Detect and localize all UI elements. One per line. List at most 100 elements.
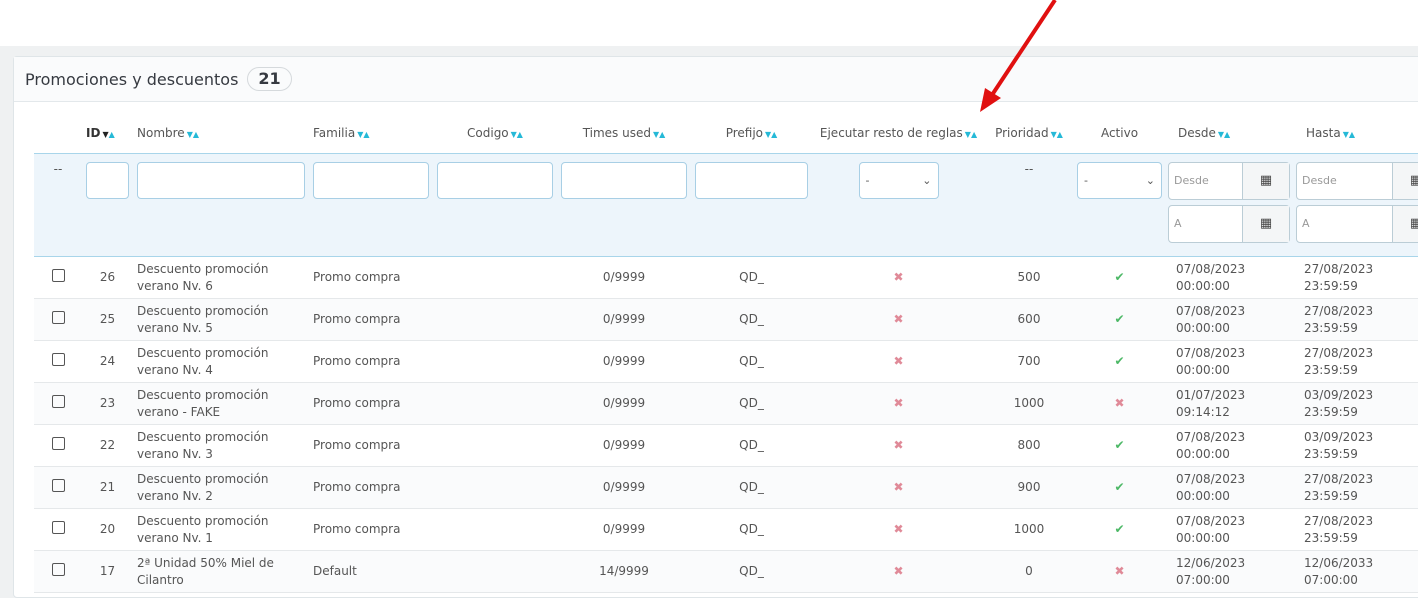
filter-familia-input[interactable] (313, 162, 429, 199)
cell-familia: Promo compra (309, 256, 433, 299)
row-select[interactable] (34, 382, 82, 425)
cross-icon[interactable]: ✖ (893, 354, 903, 368)
row-select[interactable] (34, 508, 82, 551)
cross-icon[interactable]: ✖ (1114, 396, 1124, 410)
filter-ejecutar-select[interactable]: - ⌄ (858, 162, 939, 199)
cell-familia: Promo compra (309, 382, 433, 425)
row-checkbox[interactable] (52, 520, 65, 534)
sort-icon[interactable]: ▼▲ (102, 130, 114, 139)
col-hasta[interactable]: Hasta ▼▲ (1294, 113, 1418, 154)
col-familia[interactable]: Familia ▼▲ (309, 113, 433, 154)
row-select[interactable] (34, 340, 82, 383)
cell-times-used: 0/9999 (557, 424, 691, 467)
cross-icon[interactable]: ✖ (1114, 564, 1124, 578)
cell-activo[interactable]: ✖ (1073, 550, 1166, 593)
cell-ejecutar[interactable]: ✖ (812, 550, 985, 593)
cross-icon[interactable]: ✖ (893, 564, 903, 578)
check-icon[interactable]: ✔ (1114, 354, 1124, 368)
col-codigo[interactable]: Codigo ▼▲ (433, 113, 557, 154)
table-row[interactable]: 22 Descuento promoción verano Nv. 3 Promo … (34, 424, 1418, 467)
sort-icon[interactable]: ▼▲ (653, 130, 665, 139)
row-checkbox[interactable] (52, 562, 65, 576)
cell-ejecutar[interactable]: ✖ (812, 424, 985, 467)
filter-codigo-input[interactable] (437, 162, 553, 199)
check-icon[interactable]: ✔ (1114, 312, 1124, 326)
row-select[interactable] (34, 298, 82, 341)
cell-activo[interactable]: ✔ (1073, 298, 1166, 341)
table-row[interactable]: 25 Descuento promoción verano Nv. 5 Promo … (34, 298, 1418, 341)
cell-hasta: 03/09/2023 23:59:59 (1294, 382, 1418, 425)
row-checkbox[interactable] (52, 268, 65, 282)
calendar-icon[interactable]: ▦ (1242, 163, 1289, 199)
col-desde[interactable]: Desde ▼▲ (1166, 113, 1294, 154)
table-row[interactable]: 23 Descuento promoción verano - FAKE Promo… (34, 382, 1418, 425)
cell-activo[interactable]: ✖ (1073, 382, 1166, 425)
cell-ejecutar[interactable]: ✖ (812, 256, 985, 299)
calendar-icon[interactable]: ▦ (1242, 206, 1289, 242)
col-times-used[interactable]: Times used ▼▲ (557, 113, 691, 154)
cell-activo[interactable]: ✔ (1073, 466, 1166, 509)
filter-prefijo-input[interactable] (695, 162, 808, 199)
cell-ejecutar[interactable]: ✖ (812, 466, 985, 509)
filter-times-used-input[interactable] (561, 162, 687, 199)
cell-ejecutar[interactable]: ✖ (812, 382, 985, 425)
sort-icon[interactable]: ▼▲ (187, 130, 199, 139)
date-placeholder: Desde (1174, 174, 1209, 187)
row-checkbox[interactable] (52, 310, 65, 324)
filter-nombre-input[interactable] (137, 162, 305, 199)
col-id[interactable]: ID ▼▲ (82, 113, 133, 154)
check-icon[interactable]: ✔ (1114, 522, 1124, 536)
row-checkbox[interactable] (52, 436, 65, 450)
row-checkbox[interactable] (52, 478, 65, 492)
sort-icon[interactable]: ▼▲ (1218, 130, 1230, 139)
cell-activo[interactable]: ✔ (1073, 256, 1166, 299)
sort-icon[interactable]: ▼▲ (511, 130, 523, 139)
filter-hasta-to[interactable]: A ▦ (1296, 205, 1418, 243)
cell-activo[interactable]: ✔ (1073, 508, 1166, 551)
cross-icon[interactable]: ✖ (893, 480, 903, 494)
time: 23:59:59 (1304, 278, 1358, 293)
cross-icon[interactable]: ✖ (893, 270, 903, 284)
cross-icon[interactable]: ✖ (893, 438, 903, 452)
cross-icon[interactable]: ✖ (893, 312, 903, 326)
row-select[interactable] (34, 550, 82, 593)
row-select[interactable] (34, 466, 82, 509)
col-nombre[interactable]: Nombre ▼▲ (133, 113, 309, 154)
filter-desde-to[interactable]: A ▦ (1168, 205, 1290, 243)
row-checkbox[interactable] (52, 394, 65, 408)
row-checkbox[interactable] (52, 352, 65, 366)
check-icon[interactable]: ✔ (1114, 438, 1124, 452)
table-row[interactable]: 21 Descuento promoción verano Nv. 2 Promo … (34, 466, 1418, 509)
filter-id-input[interactable] (86, 162, 129, 199)
calendar-icon[interactable]: ▦ (1392, 163, 1418, 199)
table-row[interactable]: 26 Descuento promoción verano Nv. 6 Promo … (34, 256, 1418, 299)
col-prioridad[interactable]: Prioridad ▼▲ (985, 113, 1073, 154)
cell-ejecutar[interactable]: ✖ (812, 340, 985, 383)
check-icon[interactable]: ✔ (1114, 480, 1124, 494)
filter-activo-select[interactable]: - ⌄ (1077, 162, 1162, 199)
table-row[interactable]: 20 Descuento promoción verano Nv. 1 Promo … (34, 508, 1418, 551)
sort-icon[interactable]: ▼▲ (1343, 130, 1355, 139)
row-select[interactable] (34, 256, 82, 299)
check-icon[interactable]: ✔ (1114, 270, 1124, 284)
row-select[interactable] (34, 424, 82, 467)
cell-activo[interactable]: ✔ (1073, 424, 1166, 467)
cell-activo[interactable]: ✔ (1073, 340, 1166, 383)
filter-desde-from[interactable]: Desde ▦ (1168, 162, 1290, 200)
col-ejecutar[interactable]: Ejecutar resto de reglas ▼▲ (812, 113, 985, 154)
sort-icon[interactable]: ▼▲ (965, 130, 977, 139)
filter-hasta-from[interactable]: Desde ▦ (1296, 162, 1418, 200)
calendar-icon[interactable]: ▦ (1392, 206, 1418, 242)
sort-icon[interactable]: ▼▲ (1051, 130, 1063, 139)
date-placeholder: A (1302, 217, 1310, 230)
sort-icon[interactable]: ▼▲ (765, 130, 777, 139)
date-placeholder: Desde (1302, 174, 1337, 187)
table-row[interactable]: 17 2ª Unidad 50% Miel de Cilantro Default 1… (34, 550, 1418, 593)
cross-icon[interactable]: ✖ (893, 522, 903, 536)
table-row[interactable]: 24 Descuento promoción verano Nv. 4 Promo … (34, 340, 1418, 383)
cell-ejecutar[interactable]: ✖ (812, 298, 985, 341)
sort-icon[interactable]: ▼▲ (357, 130, 369, 139)
cross-icon[interactable]: ✖ (893, 396, 903, 410)
col-prefijo[interactable]: Prefijo ▼▲ (691, 113, 812, 154)
cell-ejecutar[interactable]: ✖ (812, 508, 985, 551)
